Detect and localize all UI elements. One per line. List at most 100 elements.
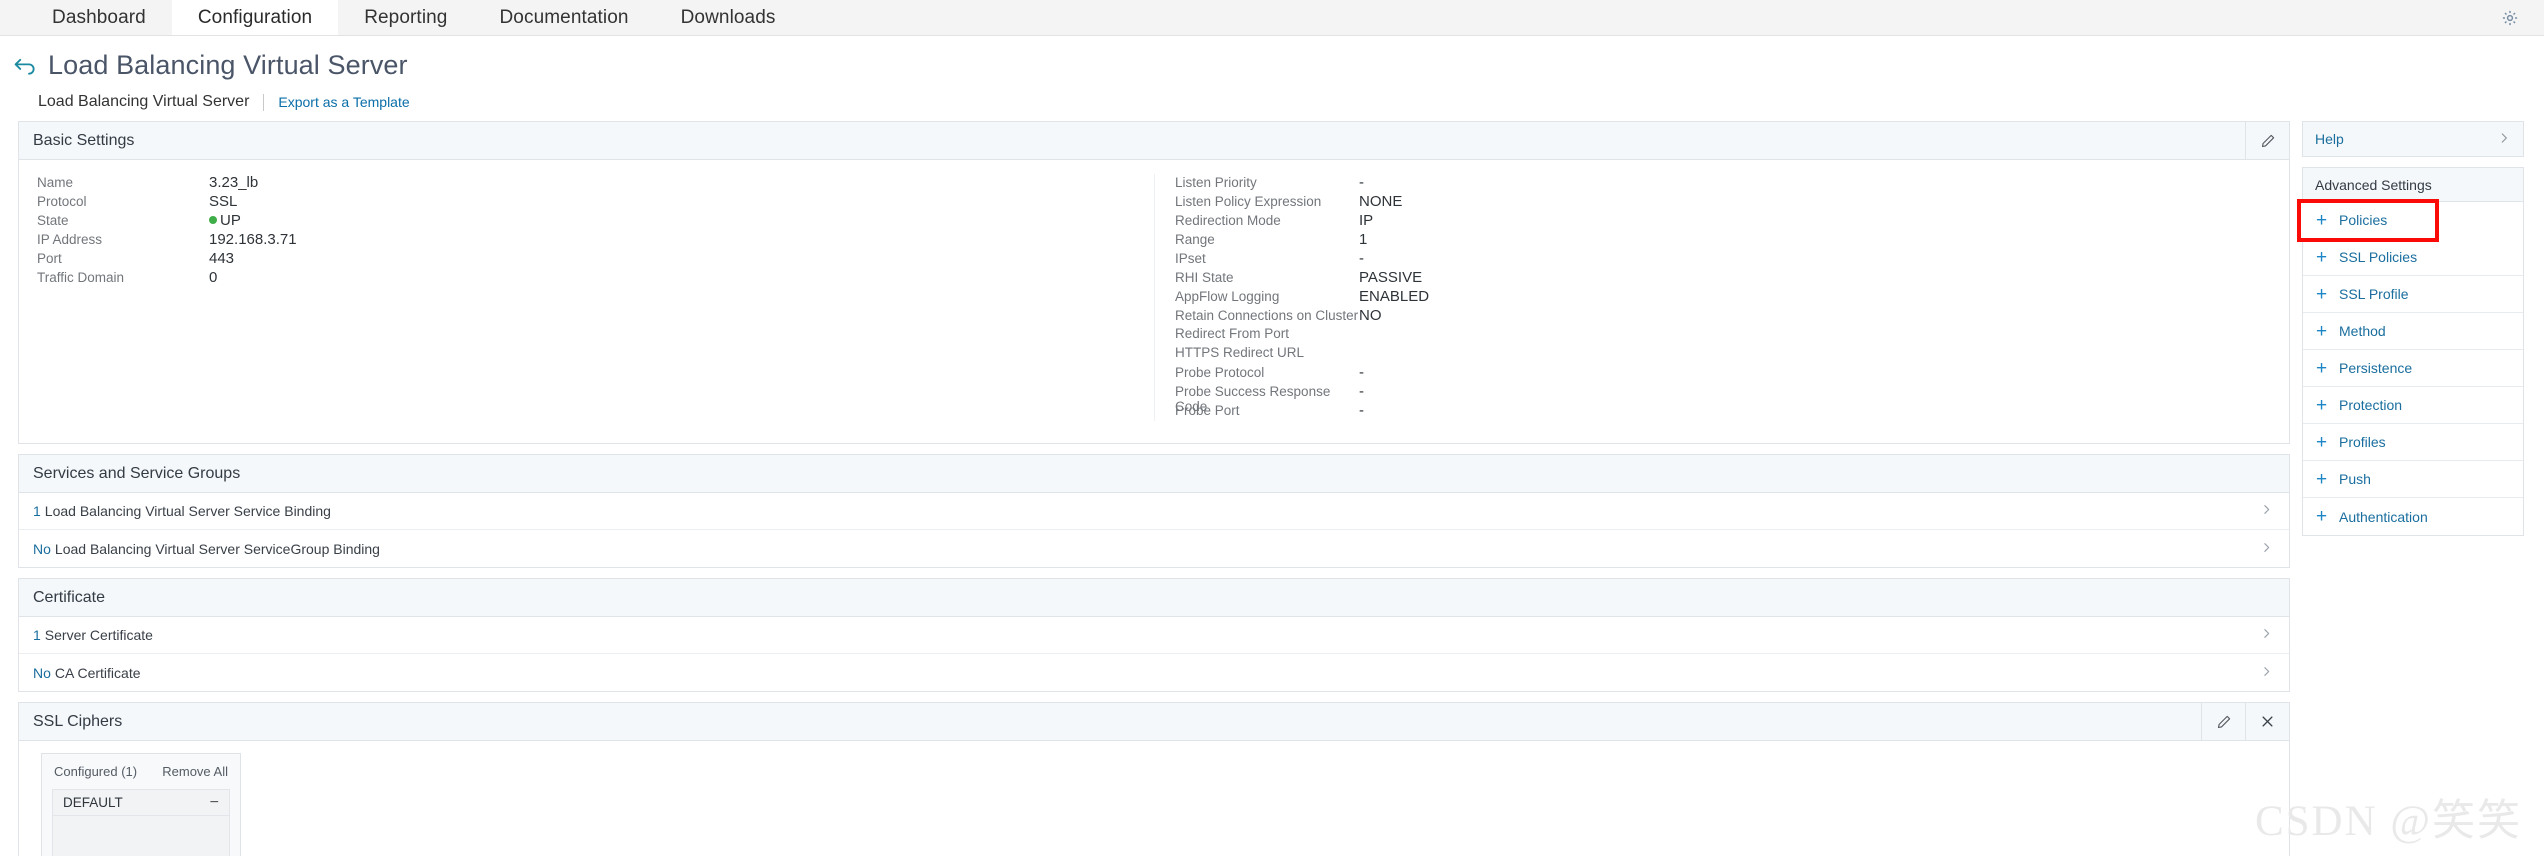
export-as-template-link[interactable]: Export as a Template bbox=[264, 94, 409, 110]
field-label: Traffic Domain bbox=[37, 270, 125, 285]
basic-settings-title: Basic Settings bbox=[33, 131, 135, 149]
field-redirection-mode: Redirection Mode IP bbox=[1175, 212, 2289, 231]
field-label: Listen Policy Expression bbox=[1175, 194, 1322, 209]
field-label: Redirection Mode bbox=[1175, 213, 1281, 228]
ca-certificate-row[interactable]: No CA Certificate bbox=[19, 654, 2289, 691]
chevron-right-icon bbox=[2260, 627, 2273, 643]
sidebar-item-label: SSL Policies bbox=[2339, 249, 2418, 265]
basic-settings-body: Name 3.23_lb Protocol SSL State UP IP Ad… bbox=[19, 160, 2289, 443]
remove-all-button[interactable]: Remove All bbox=[162, 764, 228, 779]
list-item[interactable]: DEFAULT − bbox=[53, 790, 229, 816]
chevron-right-icon bbox=[2497, 131, 2511, 148]
top-navigation-bar: Dashboard Configuration Reporting Docume… bbox=[0, 0, 2544, 36]
configured-count-label: Configured (1) bbox=[54, 764, 138, 779]
configured-ciphers-list: DEFAULT − bbox=[52, 789, 230, 856]
status-up-dot-icon bbox=[209, 216, 217, 225]
pencil-icon[interactable] bbox=[2245, 122, 2289, 159]
sidebar-item-ssl-profile[interactable]: + SSL Profile bbox=[2303, 276, 2523, 313]
configured-ciphers-header: Configured (1) Remove All bbox=[52, 762, 230, 789]
sidebar-item-push[interactable]: + Push bbox=[2303, 461, 2523, 498]
servicegroup-binding-row[interactable]: No Load Balancing Virtual Server Service… bbox=[19, 530, 2289, 567]
certificate-title: Certificate bbox=[33, 588, 106, 606]
row-count: No bbox=[33, 540, 51, 557]
field-label: Port bbox=[37, 251, 62, 266]
field-value: - bbox=[1359, 383, 1364, 400]
pencil-icon[interactable] bbox=[2201, 703, 2245, 740]
right-sidebar: Help Advanced Settings + Policies + SSL … bbox=[2297, 121, 2524, 546]
field-state: State UP bbox=[37, 212, 1154, 231]
chevron-right-icon bbox=[2260, 665, 2273, 681]
field-value: - bbox=[1359, 402, 1364, 419]
field-https-redirect-url: HTTPS Redirect URL bbox=[1175, 345, 2289, 364]
services-card: Services and Service Groups 1 Load Balan… bbox=[18, 454, 2290, 568]
service-binding-row[interactable]: 1 Load Balancing Virtual Server Service … bbox=[19, 493, 2289, 530]
services-header: Services and Service Groups bbox=[19, 455, 2289, 493]
tab-configuration[interactable]: Configuration bbox=[171, 0, 339, 35]
sidebar-item-label: SSL Profile bbox=[2339, 286, 2409, 302]
plus-icon: + bbox=[2315, 468, 2328, 490]
sidebar-item-label: Authentication bbox=[2339, 508, 2428, 525]
field-label: Probe Port bbox=[1175, 403, 1240, 418]
field-value: ENABLED bbox=[1359, 288, 1430, 305]
cipher-label: DEFAULT bbox=[63, 795, 123, 810]
field-label: IP Address bbox=[37, 232, 103, 247]
ssl-ciphers-body: Configured (1) Remove All DEFAULT − bbox=[19, 741, 2289, 856]
field-value: 3.23_lb bbox=[209, 174, 259, 191]
field-label: RHI State bbox=[1175, 270, 1234, 285]
row-label: Server Certificate bbox=[44, 627, 153, 643]
field-name: Name 3.23_lb bbox=[37, 174, 1154, 193]
ssl-ciphers-header: SSL Ciphers bbox=[19, 703, 2289, 741]
sidebar-item-persistence[interactable]: + Persistence bbox=[2303, 350, 2523, 387]
certificate-header: Certificate bbox=[19, 579, 2289, 617]
field-retain-connections-on-cluster: Retain Connections on Cluster NO bbox=[1175, 307, 2289, 326]
page-title: Load Balancing Virtual Server bbox=[48, 50, 408, 80]
plus-icon: + bbox=[2315, 283, 2328, 305]
field-value: - bbox=[1359, 250, 1364, 267]
field-label: Retain Connections on Cluster bbox=[1175, 308, 1359, 323]
plus-icon: + bbox=[2315, 394, 2328, 416]
field-value: 1 bbox=[1359, 231, 1368, 248]
field-value: - bbox=[1359, 364, 1364, 381]
sidebar-item-ssl-policies[interactable]: + SSL Policies bbox=[2303, 239, 2523, 276]
basic-settings-card: Basic Settings Name 3.23_lb Protocol SSL… bbox=[18, 121, 2290, 444]
back-arrow-icon[interactable] bbox=[12, 53, 38, 79]
tab-reporting[interactable]: Reporting bbox=[338, 0, 473, 35]
sidebar-item-method[interactable]: + Method bbox=[2303, 313, 2523, 350]
field-value: NONE bbox=[1359, 193, 1403, 210]
breadcrumb-current: Load Balancing Virtual Server bbox=[38, 93, 250, 110]
server-certificate-row[interactable]: 1 Server Certificate bbox=[19, 617, 2289, 654]
help-label: Help bbox=[2315, 131, 2344, 147]
field-label: HTTPS Redirect URL bbox=[1175, 345, 1305, 360]
close-icon[interactable] bbox=[2245, 703, 2289, 740]
sidebar-item-protection[interactable]: + Protection bbox=[2303, 387, 2523, 424]
field-value: SSL bbox=[209, 193, 238, 210]
sidebar-item-authentication[interactable]: + Authentication bbox=[2303, 498, 2523, 535]
field-appflow-logging: AppFlow Logging ENABLED bbox=[1175, 288, 2289, 307]
help-row[interactable]: Help bbox=[2303, 122, 2523, 156]
tab-documentation[interactable]: Documentation bbox=[473, 0, 654, 35]
sidebar-item-profiles[interactable]: + Profiles bbox=[2303, 424, 2523, 461]
page-header: Load Balancing Virtual Server bbox=[0, 36, 2544, 81]
plus-icon: + bbox=[2315, 209, 2328, 231]
row-count: 1 bbox=[33, 627, 41, 643]
field-label: Redirect From Port bbox=[1175, 326, 1290, 341]
field-value: UP bbox=[209, 212, 241, 229]
services-title: Services and Service Groups bbox=[33, 464, 241, 482]
sidebar-item-label: Persistence bbox=[2339, 360, 2413, 376]
field-value: - bbox=[1359, 174, 1364, 191]
field-label: AppFlow Logging bbox=[1175, 289, 1280, 304]
minus-icon[interactable]: − bbox=[210, 794, 219, 812]
tab-dashboard[interactable]: Dashboard bbox=[26, 0, 172, 35]
advanced-settings-card: Advanced Settings + Policies + SSL Polic… bbox=[2297, 167, 2524, 536]
gear-icon[interactable] bbox=[2490, 0, 2530, 35]
main-content-column: Basic Settings Name 3.23_lb Protocol SSL… bbox=[18, 121, 2290, 856]
sidebar-item-policies[interactable]: + Policies bbox=[2297, 199, 2439, 242]
help-card: Help bbox=[2302, 121, 2524, 157]
row-count: No bbox=[33, 664, 51, 681]
certificate-card: Certificate 1 Server Certificate No CA C… bbox=[18, 578, 2290, 692]
basic-settings-header: Basic Settings bbox=[19, 122, 2289, 160]
field-label: Name bbox=[37, 175, 74, 190]
sidebar-item-label: Protection bbox=[2339, 397, 2403, 413]
plus-icon: + bbox=[2315, 320, 2328, 342]
tab-downloads[interactable]: Downloads bbox=[655, 0, 802, 35]
